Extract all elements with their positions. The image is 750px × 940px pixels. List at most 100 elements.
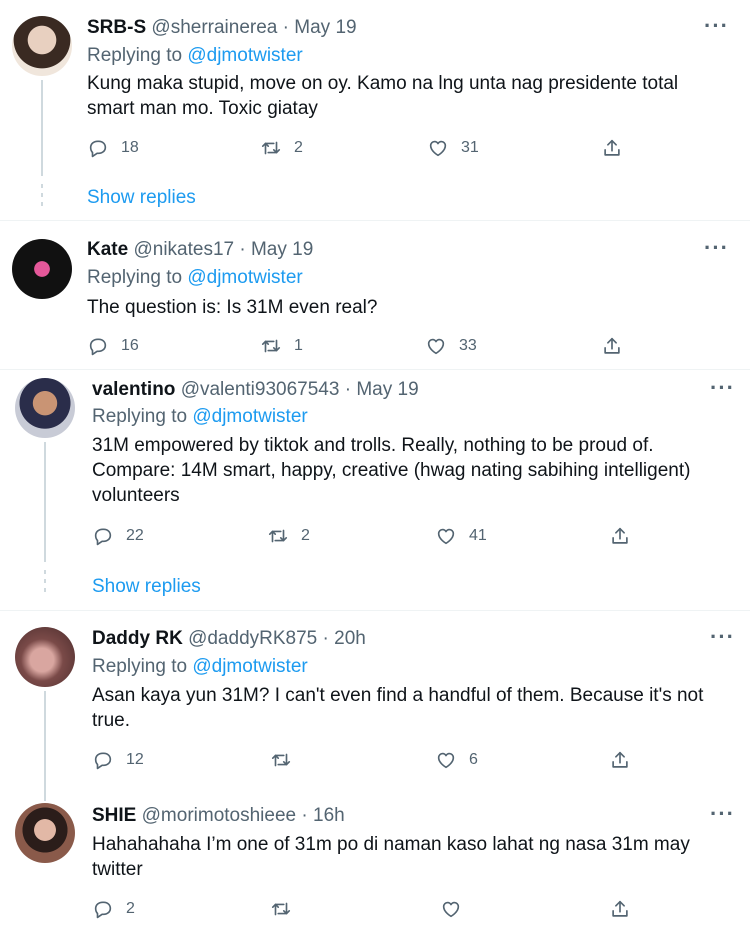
more-icon[interactable]: ··· xyxy=(704,237,729,259)
share-button[interactable] xyxy=(601,335,623,357)
display-name[interactable]: valentino xyxy=(92,379,175,400)
retweet-button[interactable] xyxy=(270,749,292,771)
more-icon[interactable]: ··· xyxy=(704,15,729,37)
action-bar: 18 2 31 xyxy=(87,137,647,163)
replying-to: Replying to @djmotwister xyxy=(92,405,308,429)
display-name[interactable]: SRB-S xyxy=(87,17,146,38)
reply-count: 12 xyxy=(126,751,144,768)
tweet-text: Asan kaya yun 31M? I can't even find a h… xyxy=(92,685,704,731)
tweet-text: Kung maka stupid, move on oy. Kamo na ln… xyxy=(87,73,679,119)
replying-label: Replying to xyxy=(92,656,188,677)
tweet-header: SHIE @morimotoshieee · 16h xyxy=(92,804,345,828)
retweet-icon xyxy=(261,141,281,155)
like-button[interactable]: 41 xyxy=(435,525,487,547)
timestamp[interactable]: May 19 xyxy=(294,17,356,38)
share-icon xyxy=(604,337,620,354)
mention-link[interactable]: @djmotwister xyxy=(187,267,302,288)
like-button[interactable]: 33 xyxy=(425,335,477,357)
tweet-daddy-rk[interactable]: Daddy RK @daddyRK875 · 20h ··· Replying … xyxy=(0,611,750,801)
replying-to: Replying to @djmotwister xyxy=(92,655,308,679)
tweet-text: Hahahahaha I’m one of 31m po di naman ka… xyxy=(92,834,690,880)
show-replies-link[interactable]: Show replies xyxy=(92,575,201,599)
reply-icon xyxy=(94,752,112,770)
avatar[interactable] xyxy=(15,627,75,687)
tweet-header: Daddy RK @daddyRK875 · 20h xyxy=(92,627,366,651)
retweet-count: 2 xyxy=(301,527,310,544)
like-icon xyxy=(429,140,447,157)
share-icon xyxy=(604,139,620,156)
tweet-kate[interactable]: Kate @nikates17 · May 19 ··· Replying to… xyxy=(0,221,750,369)
retweet-button[interactable]: 2 xyxy=(267,525,310,547)
like-count: 31 xyxy=(461,139,479,156)
timestamp[interactable]: 20h xyxy=(334,628,366,649)
timestamp[interactable]: May 19 xyxy=(251,239,313,260)
share-icon xyxy=(612,751,628,768)
reply-button[interactable]: 12 xyxy=(92,749,144,771)
timestamp[interactable]: 16h xyxy=(313,805,345,826)
more-icon[interactable]: ··· xyxy=(710,626,735,648)
tweet-text: The question is: Is 31M even real? xyxy=(87,297,378,318)
username[interactable]: @sherrainerea xyxy=(151,17,277,38)
tweet-valentino[interactable]: valentino @valenti93067543 · May 19 ··· … xyxy=(0,370,750,610)
replying-to: Replying to @djmotwister xyxy=(87,266,303,290)
action-bar: 2 xyxy=(92,898,652,924)
thread-line xyxy=(44,691,46,801)
thread-line xyxy=(44,442,46,562)
like-count: 41 xyxy=(469,527,487,544)
tweet-srb-s[interactable]: SRB-S @sherrainerea · May 19 ··· Replyin… xyxy=(0,0,750,220)
separator-dot: · xyxy=(239,239,246,260)
reply-icon xyxy=(94,528,112,546)
avatar[interactable] xyxy=(15,378,75,438)
username[interactable]: @morimotoshieee xyxy=(142,805,296,826)
like-count: 6 xyxy=(469,751,478,768)
timestamp[interactable]: May 19 xyxy=(356,379,418,400)
like-button[interactable] xyxy=(440,898,462,920)
avatar[interactable] xyxy=(15,803,75,863)
separator-dot: · xyxy=(301,805,308,826)
tweet-header: SRB-S @sherrainerea · May 19 xyxy=(87,16,357,40)
tweet-header: valentino @valenti93067543 · May 19 xyxy=(92,378,419,402)
share-button[interactable] xyxy=(609,525,631,547)
reply-button[interactable]: 22 xyxy=(92,525,144,547)
like-button[interactable]: 31 xyxy=(427,137,479,159)
display-name[interactable]: SHIE xyxy=(92,805,136,826)
display-name[interactable]: Kate xyxy=(87,239,128,260)
mention-link[interactable]: @djmotwister xyxy=(192,656,307,677)
share-button[interactable] xyxy=(601,137,623,159)
mention-link[interactable]: @djmotwister xyxy=(187,45,302,66)
share-button[interactable] xyxy=(609,898,631,920)
tweet-shie[interactable]: SHIE @morimotoshieee · 16h ··· Hahahahah… xyxy=(0,790,750,940)
like-icon xyxy=(442,901,460,918)
share-button[interactable] xyxy=(609,749,631,771)
separator-dot: · xyxy=(322,628,329,649)
retweet-count: 2 xyxy=(294,139,303,156)
username[interactable]: @valenti93067543 xyxy=(181,379,340,400)
display-name[interactable]: Daddy RK xyxy=(92,628,183,649)
reply-icon xyxy=(94,901,112,919)
more-icon[interactable]: ··· xyxy=(710,803,735,825)
thread-dots xyxy=(44,570,46,597)
username[interactable]: @nikates17 xyxy=(133,239,234,260)
reply-button[interactable]: 2 xyxy=(92,898,135,920)
tweet-text: 31M empowered by tiktok and trolls. Real… xyxy=(92,435,691,506)
action-bar: 16 1 33 xyxy=(87,335,647,361)
mention-link[interactable]: @djmotwister xyxy=(192,406,307,427)
retweet-button[interactable]: 1 xyxy=(260,335,303,357)
replying-label: Replying to xyxy=(92,406,188,427)
reply-count: 22 xyxy=(126,527,144,544)
show-replies-link[interactable]: Show replies xyxy=(87,186,196,210)
reply-button[interactable]: 18 xyxy=(87,137,139,159)
action-bar: 22 2 41 xyxy=(92,525,652,551)
like-button[interactable]: 6 xyxy=(435,749,478,771)
retweet-count: 1 xyxy=(294,337,303,354)
more-icon[interactable]: ··· xyxy=(710,377,735,399)
retweet-button[interactable] xyxy=(270,898,292,920)
username[interactable]: @daddyRK875 xyxy=(188,628,317,649)
retweet-button[interactable]: 2 xyxy=(260,137,303,159)
avatar[interactable] xyxy=(12,16,72,76)
reply-button[interactable]: 16 xyxy=(87,335,139,357)
separator-dot: · xyxy=(282,17,289,38)
reply-icon xyxy=(89,140,107,158)
avatar[interactable] xyxy=(12,239,72,299)
retweet-icon xyxy=(271,902,291,916)
